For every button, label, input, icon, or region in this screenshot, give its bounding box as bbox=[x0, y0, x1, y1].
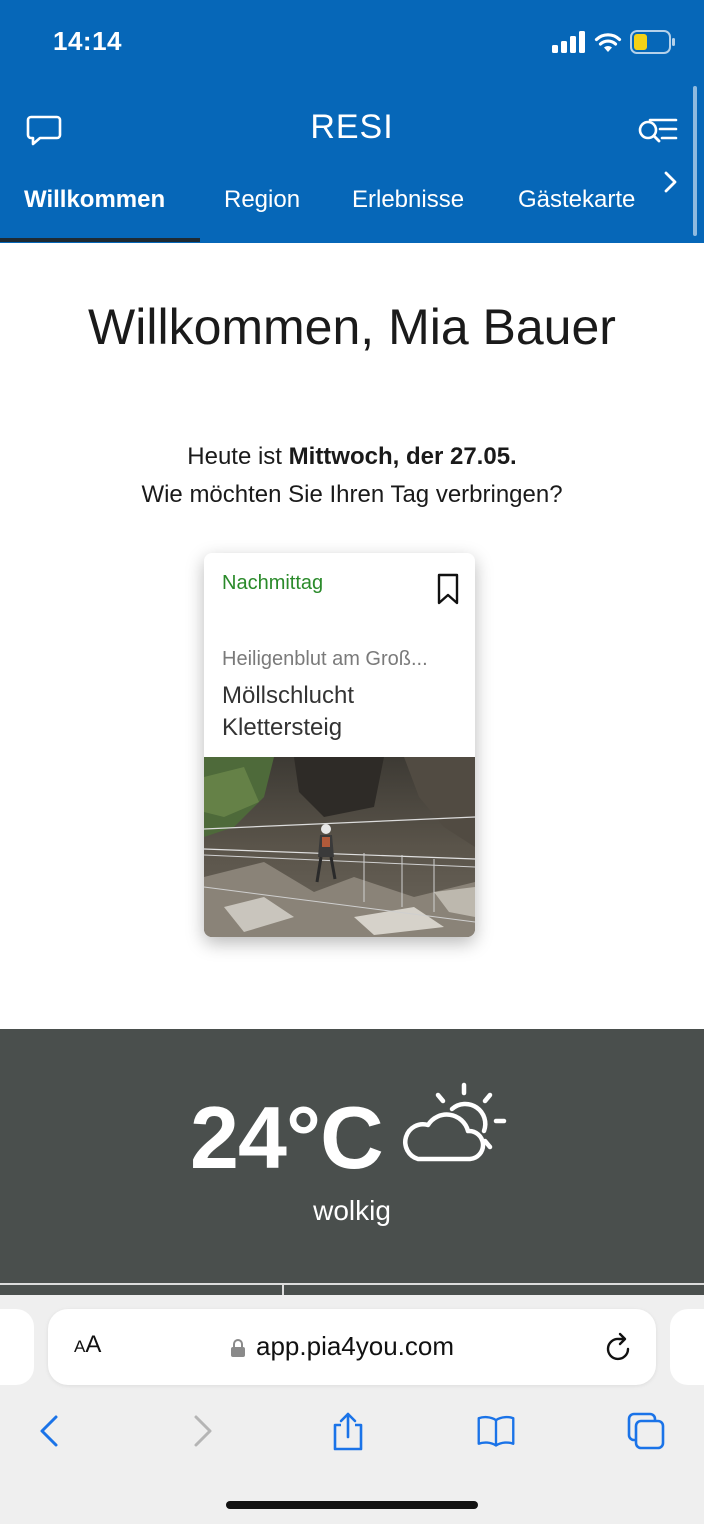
weather-description: wolkig bbox=[313, 1195, 391, 1226]
welcome-title: Willkommen, Mia Bauer bbox=[88, 299, 616, 355]
search-filter-button[interactable] bbox=[636, 114, 680, 146]
address-bar[interactable]: AA app.pia4you.com bbox=[48, 1309, 656, 1385]
previous-tab-preview[interactable] bbox=[0, 1309, 34, 1385]
weather-divider-tick bbox=[282, 1283, 284, 1295]
card-time-of-day: Nachmittag bbox=[222, 572, 324, 594]
active-tab-indicator bbox=[0, 238, 200, 242]
wifi-icon bbox=[594, 33, 622, 52]
tab-region[interactable]: Region bbox=[224, 186, 300, 214]
battery-icon bbox=[630, 30, 675, 54]
share-icon[interactable] bbox=[328, 1411, 368, 1451]
date-emphasis: Mittwoch, der 27.05. bbox=[288, 443, 517, 470]
scrollbar[interactable] bbox=[693, 86, 697, 236]
forward-icon[interactable] bbox=[182, 1411, 222, 1451]
app-bar: RESI bbox=[0, 96, 704, 162]
weather-divider bbox=[0, 1283, 704, 1285]
suggestion-card[interactable]: Nachmittag Heiligenblut am Groß... Mölls… bbox=[204, 553, 475, 937]
tab-willkommen[interactable]: Willkommen bbox=[24, 186, 165, 214]
card-location: Heiligenblut am Groß... bbox=[222, 648, 428, 670]
status-time: 14:14 bbox=[53, 26, 122, 56]
tab-bar: Willkommen Region Erlebnisse Gästekarte bbox=[0, 170, 704, 243]
next-tab-preview[interactable] bbox=[670, 1309, 704, 1385]
tab-gaestekarte[interactable]: Gästekarte bbox=[518, 186, 635, 214]
app-header-area: 14:14 RESI Willkommen Region Erlebnisse … bbox=[0, 0, 704, 243]
back-icon[interactable] bbox=[30, 1411, 70, 1451]
status-icons bbox=[552, 30, 676, 54]
text-size-big-a: A bbox=[85, 1331, 102, 1358]
tab-scroll-right-button[interactable] bbox=[660, 170, 680, 194]
chevron-right-icon bbox=[664, 171, 677, 193]
bookmark-icon bbox=[437, 573, 459, 605]
lock-icon bbox=[231, 1339, 245, 1357]
app-title: RESI bbox=[310, 108, 394, 146]
browser-chrome: AA app.pia4you.com bbox=[0, 1295, 704, 1524]
date-prefix: Heute ist bbox=[187, 443, 289, 470]
text-size-button[interactable]: AA bbox=[74, 1331, 101, 1359]
tab-erlebnisse[interactable]: Erlebnisse bbox=[352, 186, 464, 214]
partly-cloudy-icon bbox=[403, 1082, 507, 1162]
weather-panel: 24°C wolkig bbox=[0, 1029, 704, 1295]
search-list-icon bbox=[638, 118, 678, 143]
welcome-subtitle: Heute ist Mittwoch, der 27.05. Wie möcht… bbox=[40, 438, 664, 514]
url-text: app.pia4you.com bbox=[256, 1331, 455, 1361]
bookmark-button[interactable] bbox=[435, 573, 461, 605]
weather-temperature: 24°C bbox=[190, 1088, 384, 1187]
cellular-signal-icon bbox=[552, 31, 585, 53]
reload-icon[interactable] bbox=[604, 1331, 634, 1363]
welcome-question: Wie möchten Sie Ihren Tag verbringen? bbox=[141, 481, 563, 508]
bookmarks-icon[interactable] bbox=[476, 1411, 516, 1451]
card-title: Möllschlucht Klettersteig bbox=[222, 682, 355, 741]
text-size-small-a: A bbox=[74, 1337, 86, 1356]
home-indicator bbox=[226, 1501, 478, 1509]
tabs-icon[interactable] bbox=[626, 1411, 666, 1451]
gorge-climbing-photo bbox=[204, 757, 475, 937]
